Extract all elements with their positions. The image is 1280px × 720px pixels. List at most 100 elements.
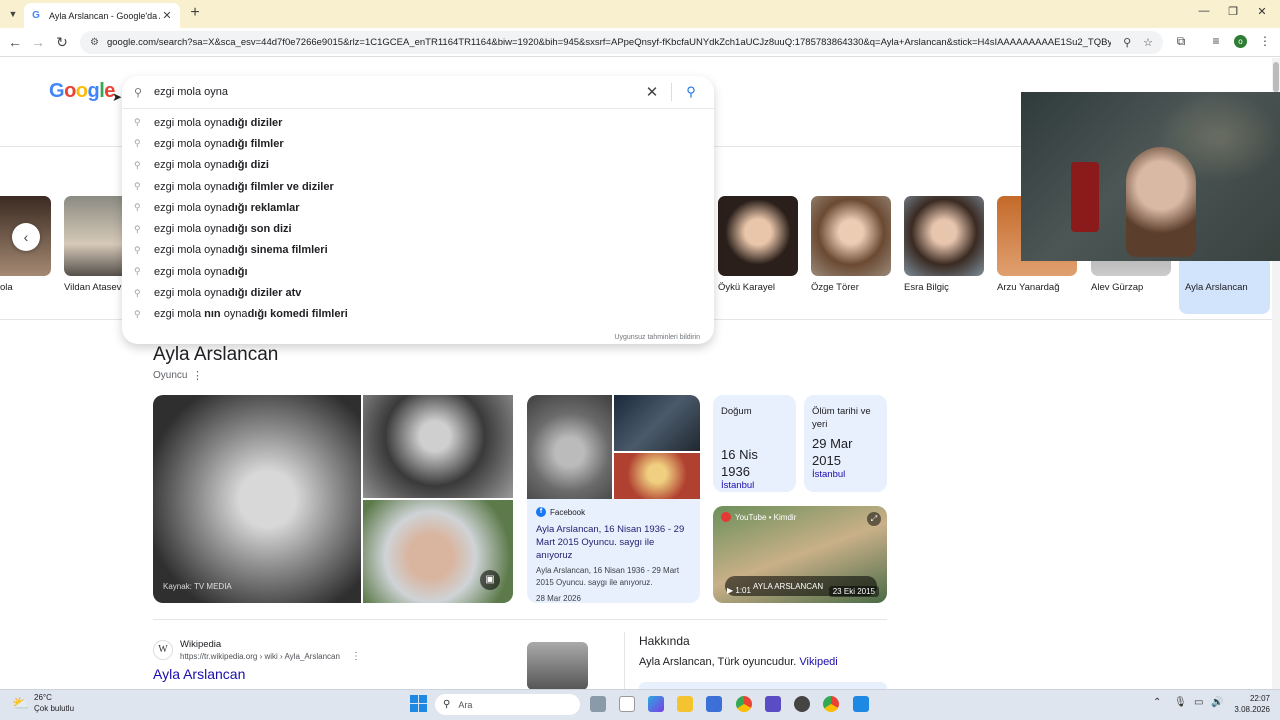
search-icon: ⚲ bbox=[134, 266, 141, 277]
youtube-icon bbox=[721, 512, 731, 522]
chrome-active-icon[interactable] bbox=[823, 696, 839, 712]
carousel-name[interactable]: Öykü Karayel bbox=[718, 282, 775, 293]
chrome-icon[interactable] bbox=[736, 696, 752, 712]
site-info-icon[interactable]: ⚙ bbox=[90, 37, 99, 48]
carousel-prev-icon[interactable]: ‹ bbox=[12, 223, 40, 251]
tab-list-icon[interactable]: ▼ bbox=[4, 5, 22, 23]
fact-card-death[interactable]: Ölüm tarihi ve yeri 29 Mar 2015 İstanbul bbox=[804, 395, 887, 492]
tab-title: Ayla Arslancan - Google'da Ara bbox=[49, 10, 160, 21]
carousel-name[interactable]: Arzu Yanardağ bbox=[997, 282, 1060, 293]
search-button-icon[interactable]: ⚲ bbox=[680, 84, 702, 100]
bookmark-star-icon[interactable]: ☆ bbox=[1143, 36, 1153, 49]
media-icon[interactable]: ≡ bbox=[1207, 34, 1225, 48]
suggestion-item[interactable]: ⚲ ezgi mola oyna dığı filmler ve diziler bbox=[122, 176, 714, 197]
carousel-image[interactable] bbox=[904, 196, 984, 276]
app-icon[interactable] bbox=[794, 696, 810, 712]
suggestion-item[interactable]: ⚲ ezgi mola oyna dığı reklamlar bbox=[122, 197, 714, 218]
expand-icon[interactable]: ⤢ bbox=[867, 512, 881, 526]
suggestion-item[interactable]: ⚲ ezgi mola oyna dığı son dizi bbox=[122, 218, 714, 239]
fact-card-birth[interactable]: Doğum 16 Nis 1936 İstanbul bbox=[713, 395, 796, 492]
tab-close-icon[interactable]: ✕ bbox=[160, 9, 174, 22]
tray-chevron-icon[interactable]: ⌃ bbox=[1153, 697, 1161, 708]
store-icon[interactable] bbox=[706, 696, 722, 712]
minimize-icon[interactable]: — bbox=[1191, 5, 1217, 17]
reload-icon[interactable]: ↻ bbox=[53, 34, 71, 50]
search-input[interactable] bbox=[154, 86, 641, 98]
windows-taskbar bbox=[0, 689, 1280, 720]
entity-more-icon[interactable]: ⋮ bbox=[192, 369, 203, 382]
app-icon[interactable] bbox=[765, 696, 781, 712]
scrollbar-thumb[interactable] bbox=[1273, 62, 1279, 92]
entity-photo[interactable] bbox=[363, 395, 513, 498]
carousel-name[interactable]: Vildan Atasev bbox=[64, 282, 121, 293]
address-bar[interactable]: ⚙ google.com/search?sa=X&sca_esv=44d7f0e… bbox=[80, 31, 1163, 54]
menu-icon[interactable]: ⋮ bbox=[1256, 34, 1274, 48]
carousel-name[interactable]: Ayla Arslancan bbox=[1185, 282, 1248, 293]
result-title-link[interactable]: Ayla Arslancan bbox=[153, 666, 245, 682]
about-source-link[interactable]: Vikipedi bbox=[799, 656, 837, 668]
more-images-icon[interactable]: ▣ bbox=[480, 570, 500, 590]
copilot-icon[interactable] bbox=[648, 696, 664, 712]
task-view-icon[interactable] bbox=[590, 696, 606, 712]
display-icon[interactable]: ▭ bbox=[1194, 697, 1203, 708]
taskbar-search[interactable]: ⚲ Ara bbox=[435, 694, 580, 715]
microphone-icon[interactable]: 🎙 bbox=[1174, 697, 1187, 708]
search-suggestions-dropdown: ⚲ ✕ ⚲ ⚲ezgi mola oynadığı diziler ⚲ezgi … bbox=[122, 76, 714, 344]
forward-icon[interactable]: → bbox=[29, 34, 47, 50]
suggestion-item[interactable]: ⚲ ezgi mola oyna dığı sinema filmleri bbox=[122, 240, 714, 261]
report-predictions-link[interactable]: Uygunsuz tahminleri bildirin bbox=[614, 334, 700, 341]
suggestion-item[interactable]: ⚲ ezgi mola oyna dığı diziler atv bbox=[122, 282, 714, 303]
carousel-name[interactable]: ola bbox=[0, 282, 13, 293]
weather-desc[interactable]: Çok bulutlu bbox=[34, 704, 74, 713]
result-more-icon[interactable]: ⋮ bbox=[351, 651, 361, 662]
taskbar-clock[interactable]: 22:07 3.08.2026 bbox=[1232, 693, 1270, 715]
suggestion-item[interactable]: ⚲ ezgi mola oyna dığı bbox=[122, 261, 714, 282]
entity-title: Ayla Arslancan bbox=[153, 344, 279, 365]
entity-photo[interactable] bbox=[527, 395, 612, 499]
carousel-name[interactable]: Alev Gürzap bbox=[1091, 282, 1143, 293]
extensions-icon[interactable]: ⧉ bbox=[1172, 34, 1190, 49]
browser-tab[interactable]: G Ayla Arslancan - Google'da Ara ✕ bbox=[24, 3, 180, 28]
app-icon[interactable] bbox=[853, 696, 869, 712]
entity-photo[interactable] bbox=[614, 453, 700, 499]
carousel-name[interactable]: Esra Bilgiç bbox=[904, 282, 949, 293]
carousel-image[interactable] bbox=[718, 196, 798, 276]
facebook-card[interactable]: f Facebook Ayla Arslancan, 16 Nisan 1936 … bbox=[527, 499, 700, 603]
photo-credit: Kaynak: TV MEDIA bbox=[163, 582, 232, 591]
carousel-name[interactable]: Özge Törer bbox=[811, 282, 859, 293]
suggestion-item[interactable]: ⚲ ezgi mola oyna dığı diziler bbox=[122, 112, 714, 133]
about-heading: Hakkında bbox=[639, 634, 690, 648]
fact-place[interactable]: İstanbul bbox=[721, 480, 788, 491]
fact-place[interactable]: İstanbul bbox=[812, 469, 879, 480]
google-logo[interactable]: Google bbox=[49, 80, 115, 103]
youtube-video-card[interactable]: YouTube • Kimdir ⤢ AYLA ARSLANCAN ▶ 1:01… bbox=[713, 506, 887, 603]
weather-icon[interactable]: ⛅ bbox=[12, 695, 29, 712]
result-site-name[interactable]: Wikipedia bbox=[180, 639, 221, 650]
new-tab-icon[interactable]: + bbox=[186, 4, 204, 22]
weather-temp[interactable]: 26°C bbox=[34, 693, 52, 702]
entity-photo[interactable] bbox=[614, 395, 700, 451]
close-window-icon[interactable]: ✕ bbox=[1249, 5, 1275, 18]
video-duration: ▶ 1:01 bbox=[727, 586, 751, 595]
suggestion-item[interactable]: ⚲ ezgi mola nın oyna dığı komedi filmleri bbox=[122, 304, 714, 325]
profile-avatar[interactable]: o bbox=[1234, 35, 1247, 48]
suggestion-item[interactable]: ⚲ ezgi mola oyna dığı dizi bbox=[122, 155, 714, 176]
entity-main-photo[interactable] bbox=[153, 395, 361, 603]
facebook-title[interactable]: Ayla Arslancan, 16 Nisan 1936 - 29 Mart … bbox=[536, 523, 691, 562]
location-icon[interactable]: ⚲ bbox=[1123, 36, 1131, 49]
result-thumbnail[interactable] bbox=[527, 642, 588, 690]
volume-icon[interactable]: 🔊 bbox=[1211, 697, 1223, 708]
url-text[interactable]: google.com/search?sa=X&sca_esv=44d7f0e72… bbox=[107, 37, 1111, 48]
document-icon[interactable] bbox=[619, 696, 635, 712]
search-icon: ⚲ bbox=[134, 181, 141, 192]
result-url[interactable]: https://tr.wikipedia.org › wiki › Ayla_A… bbox=[180, 652, 340, 661]
file-explorer-icon[interactable] bbox=[677, 696, 693, 712]
search-icon: ⚲ bbox=[134, 287, 141, 298]
clear-icon[interactable]: ✕ bbox=[641, 83, 663, 101]
windows-start-icon[interactable] bbox=[410, 695, 427, 712]
suggestion-item[interactable]: ⚲ ezgi mola oyna dığı filmler bbox=[122, 133, 714, 154]
search-icon: ⚲ bbox=[134, 138, 141, 149]
restore-icon[interactable]: ❐ bbox=[1220, 5, 1246, 18]
carousel-image[interactable] bbox=[811, 196, 891, 276]
back-icon[interactable]: ← bbox=[6, 34, 24, 50]
